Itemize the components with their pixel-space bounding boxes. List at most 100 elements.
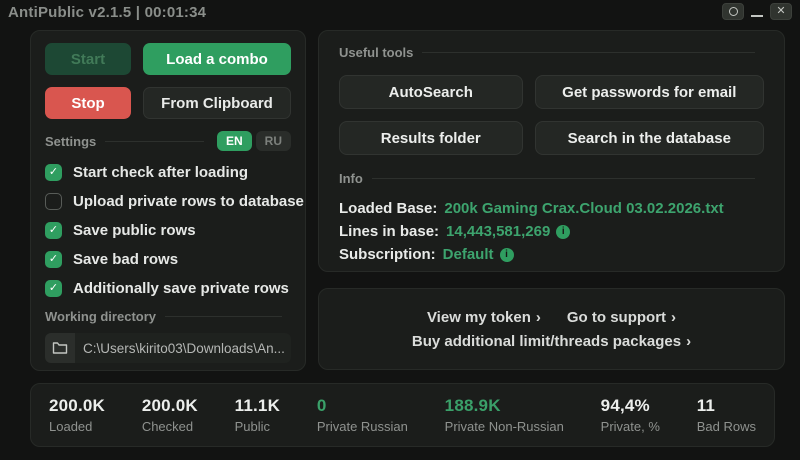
start-button[interactable]: Start bbox=[45, 43, 131, 75]
stat-loaded: 200.0K Loaded bbox=[49, 396, 105, 434]
account-links-panel: View my token › Go to support › Buy additi… bbox=[318, 288, 785, 370]
checkbox-box: ✓ bbox=[45, 280, 62, 297]
useful-tools-label: Useful tools bbox=[339, 45, 414, 60]
app-title: AntiPublic v2.1.5 | 00:01:34 bbox=[8, 4, 207, 21]
go-to-support-link[interactable]: Go to support › bbox=[567, 309, 676, 326]
useful-tools-header: Useful tools bbox=[339, 45, 764, 60]
language-toggle-ru[interactable]: RU bbox=[255, 131, 291, 151]
divider bbox=[105, 140, 204, 142]
tools-info-panel: Useful tools AutoSearch Get passwords fo… bbox=[318, 30, 785, 272]
checkbox-label: Save public rows bbox=[73, 222, 196, 239]
loaded-base-value: 200k Gaming Crax.Cloud 03.02.2026.txt bbox=[444, 200, 724, 217]
checkbox-label: Upload private rows to database bbox=[73, 193, 304, 210]
view-token-label: View my token bbox=[426, 308, 531, 326]
stat-label: Private, % bbox=[600, 419, 660, 434]
get-passwords-button[interactable]: Get passwords for email bbox=[534, 75, 764, 109]
loaded-base-label: Loaded Base: bbox=[339, 200, 438, 217]
divider bbox=[371, 178, 755, 179]
stat-label: Public bbox=[234, 419, 271, 434]
useful-tools-buttons: AutoSearch Get passwords for email Resul… bbox=[339, 75, 764, 155]
stat-label: Bad Rows bbox=[696, 419, 756, 434]
window-controls: ✕ bbox=[722, 3, 792, 20]
view-token-link[interactable]: View my token › bbox=[427, 309, 541, 326]
stop-button[interactable]: Stop bbox=[45, 87, 131, 119]
minimize-button[interactable] bbox=[751, 15, 763, 17]
stat-private-percent: 94,4% Private, % bbox=[601, 396, 660, 434]
go-to-support-label: Go to support bbox=[566, 308, 667, 326]
settings-label: Settings bbox=[45, 133, 97, 149]
divider bbox=[422, 52, 755, 53]
stat-value: 11 bbox=[696, 396, 716, 415]
buy-packages-label: Buy additional limit/threads packages bbox=[411, 332, 682, 350]
results-folder-button[interactable]: Results folder bbox=[339, 121, 523, 155]
close-button[interactable]: ✕ bbox=[770, 3, 792, 20]
subscription-value: Default bbox=[442, 246, 494, 263]
links-row: View my token › Go to support › bbox=[427, 309, 676, 326]
stat-private-non-russian: 188.9K Private Non-Russian bbox=[445, 396, 564, 434]
checkbox-box: ✓ bbox=[45, 251, 62, 268]
stat-label: Loaded bbox=[49, 419, 93, 434]
lines-in-base-label: Lines in base: bbox=[339, 223, 440, 240]
language-toggle-en[interactable]: EN bbox=[216, 131, 252, 151]
stat-public: 11.1K Public bbox=[235, 396, 280, 434]
from-clipboard-button[interactable]: From Clipboard bbox=[143, 87, 291, 119]
search-database-button[interactable]: Search in the database bbox=[534, 121, 764, 155]
stat-checked: 200.0K Checked bbox=[142, 396, 198, 434]
stat-value: 188.9K bbox=[444, 396, 501, 415]
close-icon: ✕ bbox=[776, 5, 786, 17]
checkbox-label: Start check after loading bbox=[73, 164, 249, 181]
checkbox-label: Additionally save private rows bbox=[73, 280, 289, 297]
stat-private-russian: 0 Private Russian bbox=[317, 396, 408, 434]
chevron-right-icon: › bbox=[671, 308, 677, 326]
working-directory-header: Working directory bbox=[45, 309, 291, 324]
stat-value: 11.1K bbox=[234, 396, 281, 415]
check-icon: ✓ bbox=[48, 253, 59, 265]
checkbox-box: ✓ bbox=[45, 193, 62, 210]
tray-button[interactable] bbox=[722, 3, 744, 20]
control-panel: Start Load a combo Stop From Clipboard S… bbox=[30, 30, 306, 371]
stat-value: 200.0K bbox=[141, 396, 198, 415]
buy-packages-link[interactable]: Buy additional limit/threads packages › bbox=[412, 333, 691, 350]
checkbox-additionally-save-private-rows[interactable]: ✓ Additionally save private rows bbox=[45, 280, 291, 297]
stats-bar: 200.0K Loaded 200.0K Checked 11.1K Publi… bbox=[30, 383, 775, 447]
check-icon: ✓ bbox=[48, 282, 59, 294]
lines-in-base-row: Lines in base: 14,443,581,269 i bbox=[339, 220, 764, 243]
load-combo-button[interactable]: Load a combo bbox=[143, 43, 291, 75]
stat-bad-rows: 11 Bad Rows bbox=[697, 396, 756, 434]
chevron-right-icon: › bbox=[535, 308, 541, 326]
settings-header: Settings EN RU bbox=[45, 131, 291, 151]
subscription-label: Subscription: bbox=[339, 246, 436, 263]
stat-label: Checked bbox=[141, 419, 194, 434]
checkbox-save-public-rows[interactable]: ✓ Save public rows bbox=[45, 222, 291, 239]
autosearch-button[interactable]: AutoSearch bbox=[339, 75, 523, 109]
checkbox-box: ✓ bbox=[45, 222, 62, 239]
title-bar: AntiPublic v2.1.5 | 00:01:34 ✕ bbox=[0, 0, 800, 26]
stat-value: 94,4% bbox=[600, 396, 650, 415]
links-row: Buy additional limit/threads packages › bbox=[412, 333, 691, 350]
folder-icon bbox=[52, 342, 68, 354]
info-label: Info bbox=[339, 171, 363, 186]
info-icon[interactable]: i bbox=[499, 247, 514, 262]
subscription-row: Subscription: Default i bbox=[339, 243, 764, 266]
settings-checkbox-list: ✓ Start check after loading ✓ Upload pri… bbox=[45, 164, 304, 297]
checkbox-box: ✓ bbox=[45, 164, 62, 181]
stat-value: 200.0K bbox=[49, 396, 106, 415]
loaded-base-row: Loaded Base: 200k Gaming Crax.Cloud 03.0… bbox=[339, 197, 764, 220]
info-header: Info bbox=[339, 171, 764, 186]
chevron-right-icon: › bbox=[686, 332, 692, 350]
checkbox-save-bad-rows[interactable]: ✓ Save bad rows bbox=[45, 251, 291, 268]
checkbox-upload-private-rows[interactable]: ✓ Upload private rows to database bbox=[45, 193, 304, 210]
check-icon: ✓ bbox=[48, 166, 59, 178]
working-directory-path[interactable]: C:\Users\kirito03\Downloads\An... bbox=[75, 333, 291, 363]
stat-label: Private Non-Russian bbox=[444, 419, 564, 434]
lines-in-base-value: 14,443,581,269 bbox=[446, 223, 551, 240]
action-buttons: Start Load a combo Stop From Clipboard bbox=[45, 43, 291, 119]
info-icon[interactable]: i bbox=[556, 224, 571, 239]
divider bbox=[165, 316, 282, 317]
stat-label: Private Russian bbox=[316, 419, 408, 434]
circle-icon bbox=[728, 7, 738, 16]
browse-folder-button[interactable] bbox=[45, 333, 75, 363]
stat-value: 0 bbox=[316, 396, 327, 415]
check-icon: ✓ bbox=[48, 224, 59, 236]
checkbox-start-check-after-loading[interactable]: ✓ Start check after loading bbox=[45, 164, 291, 181]
